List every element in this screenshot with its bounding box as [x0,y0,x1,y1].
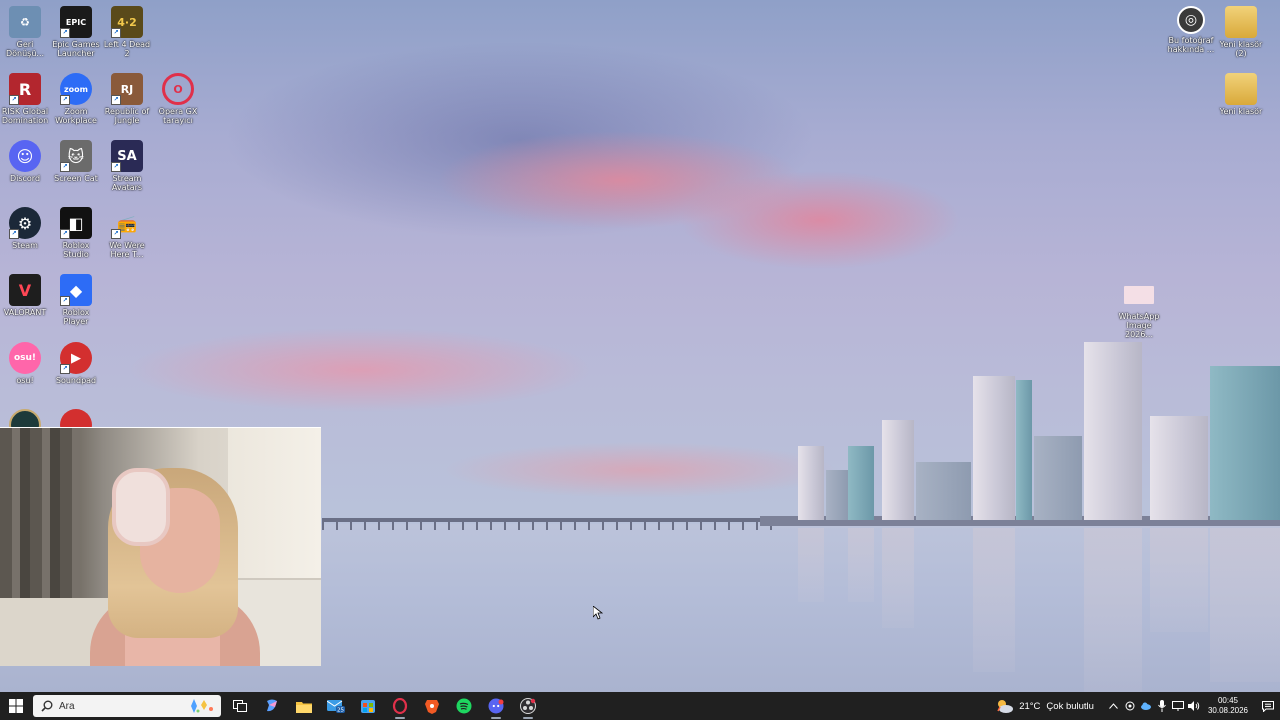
weather-condition: Çok bulutlu [1046,700,1094,712]
spotify-icon [456,698,472,714]
image-thumbnail-icon [1124,286,1154,304]
discord-taskbar-button[interactable] [480,692,512,720]
desktop-icon-left-4-dead-2[interactable]: 4·2 ↗ Left 4 Dead 2 [103,6,151,58]
roblox-player-icon: ◆ ↗ [60,274,92,306]
taskbar: Ara 25 21°C Çok bulutlu 00:45 30.08.2026 [0,692,1280,720]
cloud-icon [1140,702,1151,710]
desktop-icon-steam[interactable]: ⚙ ↗ Steam [1,207,49,250]
spotify-button[interactable] [448,692,480,720]
screen-cat-icon: 🐱 ↗ [60,140,92,172]
discord-icon: ☺ [9,140,41,172]
desktop-icon-screen-cat[interactable]: 🐱 ↗ Screen Cat [52,140,100,183]
desktop-icon-new-folder[interactable]: Yeni klasör [1217,73,1265,116]
recycle-bin-icon: ♻ [9,6,41,38]
folder-icon [1225,6,1257,38]
stream-avatars-icon: SA ↗ [111,140,143,172]
folder-icon [296,701,312,713]
weather-temperature: 21°C [1019,700,1041,712]
brave-lion-icon [425,700,439,714]
discord-icon [488,698,504,714]
search-box[interactable]: Ara [33,695,221,717]
partly-cloudy-icon [997,700,1014,713]
network-button[interactable] [1170,692,1186,720]
desktop-icon-new-folder-2[interactable]: Yeni klasör (2) [1217,6,1265,58]
desktop-icon-discord[interactable]: ☺ Discord [1,140,49,183]
desktop-icon-opera-gx[interactable]: O Opera GX tarayıcı [154,73,202,125]
desktop-icon-zoom[interactable]: zoom ↗ Zoom Workplace [52,73,100,125]
system-tray: 21°C Çok bulutlu 00:45 30.08.2026 [996,692,1280,720]
osu-icon: osu! [9,342,41,374]
windows-logo-icon [9,699,23,713]
valorant-icon: V [9,274,41,306]
desktop-icon-soundpad[interactable]: ▶ ↗ Soundpad [52,342,100,385]
camera-info-icon: ◎ [1177,6,1205,34]
microphone-icon [1158,700,1166,712]
search-highlight-icon [191,699,213,713]
task-view-icon [233,700,247,712]
clock-date: 30.08.2026 [1207,706,1248,715]
zoom-icon: zoom ↗ [60,73,92,105]
desktop-icon-we-were-here[interactable]: 📻 ↗ We Were Here T... [103,207,151,260]
speaker-icon [1187,701,1200,711]
store-icon [361,700,375,713]
tray-app-icon [1125,701,1135,711]
store-button[interactable] [352,692,384,720]
desktop-icon-recycle-bin[interactable]: ♻ Geri Dönüşü... [1,6,49,58]
clock[interactable]: 00:45 30.08.2026 [1208,696,1248,716]
volume-button[interactable] [1186,692,1202,720]
desktop-icon-stream-avatars[interactable]: SA ↗ Stream Avatars [103,140,151,192]
epic-games-icon: EPIC ↗ [60,6,92,38]
search-placeholder: Ara [59,700,75,712]
opera-gx-icon: O [162,73,194,105]
walkie-talkie-icon: 📻 ↗ [111,207,143,239]
tray-app-button[interactable] [1122,692,1138,720]
brave-button[interactable] [416,692,448,720]
folder-icon [1225,73,1257,105]
notification-center-button[interactable] [1256,692,1280,720]
republic-of-jungle-icon: RJ ↗ [111,73,143,105]
steam-icon: ⚙ ↗ [9,207,41,239]
webcam-overlay [0,427,321,666]
start-button[interactable] [0,692,32,720]
opera-gx-icon [392,698,408,714]
opera-gx-taskbar-button[interactable] [384,692,416,720]
soundpad-icon: ▶ ↗ [60,342,92,374]
desktop-icon-roblox-player[interactable]: ◆ ↗ Roblox Player [52,274,100,326]
desktop-icon-roblox-studio[interactable]: ◧ ↗ Roblox Studio [52,207,100,259]
desktop-icon-photo-info[interactable]: ◎ Bu fotoğraf hakkında ... [1166,6,1216,54]
roblox-studio-icon: ◧ ↗ [60,207,92,239]
tray-cloud-button[interactable] [1138,692,1154,720]
desktop-icon-epic-games[interactable]: EPIC ↗ Epic Games Launcher [52,6,100,58]
mail-icon: 25 [327,700,345,713]
microphone-button[interactable] [1154,692,1170,720]
desktop-icon-risk[interactable]: R ↗ RISK Global Domination [1,73,49,125]
clock-time: 00:45 [1217,696,1238,705]
desktop-icon-republic-of-jungle[interactable]: RJ ↗ Republic of Jungle [103,73,151,125]
mail-button[interactable]: 25 [320,692,352,720]
file-explorer-button[interactable] [288,692,320,720]
task-view-button[interactable] [224,692,256,720]
notification-icon [1262,700,1274,712]
copilot-button[interactable] [256,692,288,720]
chevron-up-icon [1109,703,1119,709]
show-hidden-icons-button[interactable] [1106,692,1122,720]
weather-widget[interactable]: 21°C Çok bulutlu [996,698,1094,714]
svg-text:25: 25 [337,708,344,713]
desktop-icon-whatsapp-image[interactable]: WhatsApp Image 2026... [1114,286,1164,339]
copilot-icon [267,699,277,712]
desktop-icon-osu[interactable]: osu! osu! [1,342,49,385]
desktop-icon-valorant[interactable]: V VALORANT [1,274,49,317]
risk-icon: R ↗ [9,73,41,105]
obs-icon [520,698,536,714]
network-icon [1171,701,1184,711]
left-4-dead-2-icon: 4·2 ↗ [111,6,143,38]
obs-button[interactable] [512,692,544,720]
search-icon [41,700,53,712]
